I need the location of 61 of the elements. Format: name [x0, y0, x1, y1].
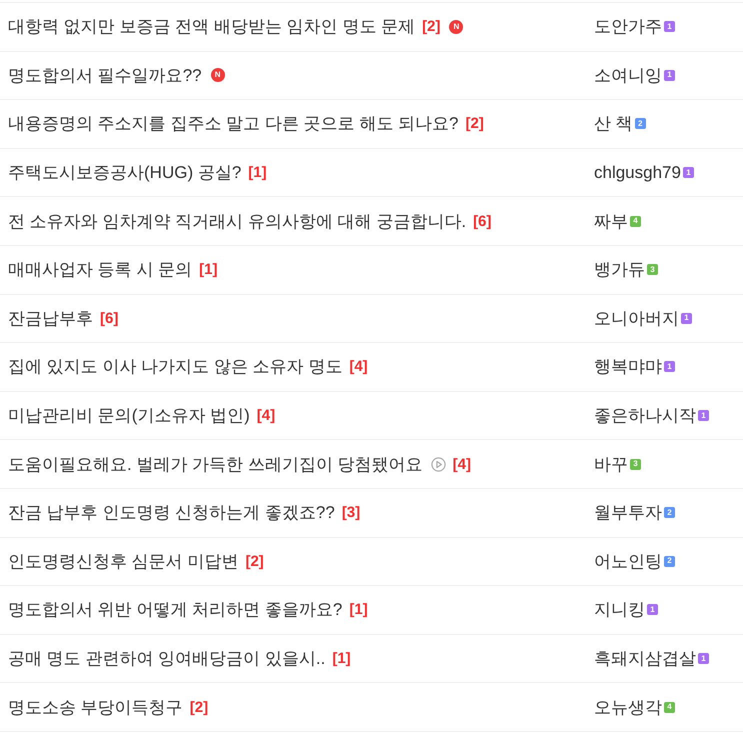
member-level-badge: 1 [682, 167, 694, 178]
author-name-link[interactable]: 좋은하나시작 [594, 407, 696, 424]
author-name-link[interactable]: 산 책 [594, 115, 633, 132]
member-level-badge: 1 [698, 410, 709, 422]
post-title-link[interactable]: 미납관리비 문의(기소유자 법인) [8, 407, 250, 424]
comment-count-link[interactable]: [6] [100, 310, 118, 326]
author-name-link[interactable]: 오니아버지 [594, 310, 679, 327]
author-name-link[interactable]: 도안가주 [594, 18, 662, 36]
member-level-badge: 4 [664, 702, 675, 713]
member-level-badge: 2 [664, 556, 675, 567]
comment-count-link[interactable]: [1] [199, 262, 218, 278]
author-name-link[interactable]: 어노인팅 [594, 552, 662, 570]
member-level-badge: 1 [698, 653, 709, 664]
member-level-badge: 3 [647, 264, 658, 276]
author-name-link[interactable]: 월부투자 [594, 504, 662, 522]
comment-count-link[interactable]: [1] [332, 651, 351, 666]
comment-count-link[interactable]: [2] [245, 554, 264, 569]
member-level-badge: 1 [664, 70, 675, 81]
author-name-link[interactable]: 행복먀먀 [594, 358, 662, 376]
comment-count-link[interactable]: [4] [349, 359, 368, 374]
author-name-link[interactable]: 짜부 [594, 212, 628, 230]
post-title-link[interactable]: 명도합의서 위반 어떻게 처리하면 좋을까요? [8, 601, 342, 618]
post-title-link[interactable]: 매매사업자 등록 시 문의 [8, 261, 192, 278]
post-title-link[interactable]: 주택도시보증공사(HUG) 공실? [8, 164, 242, 182]
post-title-link[interactable]: 전 소유자와 임차계약 직거래시 유의사항에 대해 궁금합니다. [8, 212, 466, 230]
author-name-link[interactable]: 뱅가듀 [594, 261, 645, 278]
post-title-link[interactable]: 대항력 없지만 보증금 전액 배당받는 임차인 명도 문제 [8, 18, 416, 36]
comment-count-link[interactable]: [2] [466, 116, 484, 132]
post-title-link[interactable]: 도움이필요해요. 벌레가 가득한 쓰레기집이 당첨됐어요 [8, 456, 423, 473]
author-name-link[interactable]: 흑돼지삼겹살 [594, 650, 696, 668]
post-title-link[interactable]: 명도합의서 필수일까요?? [8, 66, 202, 84]
author-name-link[interactable]: 오뉴생각 [594, 698, 662, 716]
comment-count-link[interactable]: [4] [256, 408, 276, 424]
member-level-badge: 2 [664, 507, 675, 518]
post-title-link[interactable]: 집에 있지도 이사 나가지도 않은 소유자 명도 [8, 358, 342, 376]
comment-count-link[interactable]: [4] [452, 456, 471, 472]
comment-count-link[interactable]: [1] [349, 602, 368, 618]
comment-count-link[interactable]: [3] [342, 505, 360, 520]
member-level-badge: 1 [664, 21, 675, 32]
author-name-link[interactable]: 소여니잉 [594, 66, 662, 84]
comment-count-link[interactable]: [1] [248, 165, 267, 180]
member-level-badge: 1 [664, 361, 675, 372]
new-badge: N [449, 20, 464, 34]
post-title-link[interactable]: 공매 명도 관련하여 잉여배당금이 있을시.. [8, 650, 326, 668]
post-title-link[interactable]: 내용증명의 주소지를 집주소 말고 다른 곳으로 해도 되나요? [8, 115, 459, 132]
member-level-badge: 1 [647, 604, 658, 616]
post-title-link[interactable]: 명도소송 부당이득청구 [8, 698, 183, 716]
member-level-badge: 3 [630, 458, 641, 470]
author-name-link[interactable]: 지니킹 [594, 601, 645, 618]
post-title-link[interactable]: 잔금 납부후 인도명령 신청하는게 좋겠죠?? [8, 504, 335, 522]
new-badge: N [210, 68, 225, 82]
member-level-badge: 4 [630, 216, 641, 227]
post-title-link[interactable]: 잔금납부후 [8, 310, 93, 327]
comment-count-link[interactable]: [2] [190, 700, 208, 715]
author-name-link[interactable]: chlgusgh79 [594, 164, 681, 182]
member-level-badge: 2 [634, 118, 646, 130]
comment-count-link[interactable]: [6] [473, 214, 492, 229]
author-name-link[interactable]: 바꾸 [594, 456, 628, 473]
post-title-link[interactable]: 인도명령신청후 심문서 미답변 [8, 552, 238, 570]
comment-count-link[interactable]: [2] [422, 19, 440, 34]
member-level-badge: 1 [681, 312, 692, 324]
